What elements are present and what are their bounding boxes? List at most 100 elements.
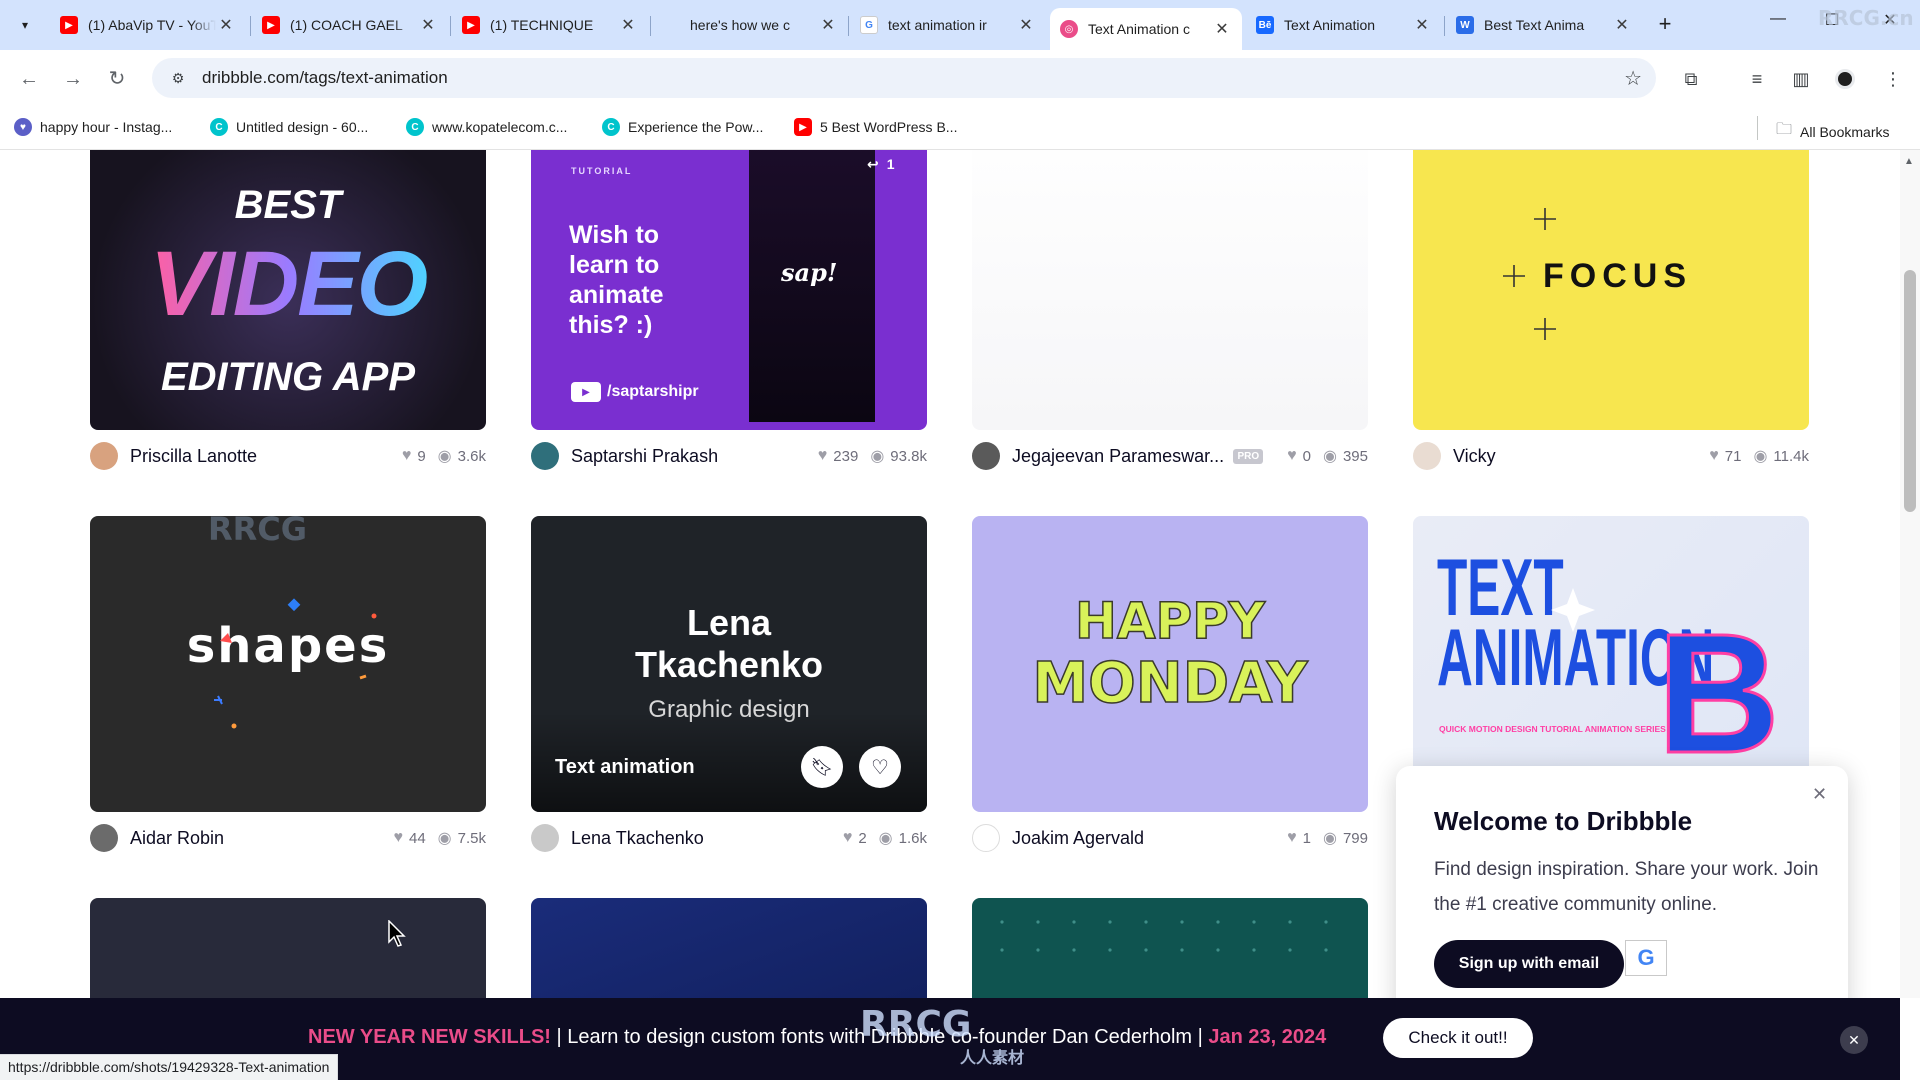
dribbble-icon: ◎	[1060, 20, 1078, 38]
forward-button[interactable]: →	[58, 64, 88, 94]
url-text[interactable]: dribbble.com/tags/text-animation	[202, 68, 448, 88]
shot-meta: Jegajeevan Parameswar... PRO ♥ 0 ◉ 395	[972, 440, 1368, 472]
close-icon[interactable]: ✕	[618, 15, 638, 35]
youtube-icon: ▶	[462, 16, 480, 34]
extensions-icon[interactable]: ⧉	[1676, 64, 1706, 94]
tab-technique[interactable]: ▶ (1) TECHNIQUE ✕	[452, 8, 648, 42]
site-info-icon[interactable]: ⚙	[166, 66, 190, 90]
bookmark-button[interactable]: 🔖︎	[801, 746, 843, 788]
scroll-up-arrow-icon[interactable]: ▲	[1904, 156, 1914, 167]
bookmark-item[interactable]: C Experience the Pow...	[602, 118, 763, 136]
bookmark-item[interactable]: ▶ 5 Best WordPress B...	[794, 118, 957, 136]
pro-badge: PRO	[1233, 448, 1264, 464]
close-icon[interactable]: ✕	[1840, 1026, 1868, 1054]
all-bookmarks-button[interactable]: 🗀 All Bookmarks	[1776, 118, 1889, 145]
author-name[interactable]: Joakim Agervald	[1012, 828, 1275, 849]
shot-card-hovered[interactable]: Lena Tkachenko Graphic design Text anima…	[531, 516, 927, 812]
shot-meta: Joakim Agervald ♥ 1 ◉ 799	[972, 822, 1368, 854]
author-name[interactable]: Saptarshi Prakash	[571, 446, 806, 467]
avatar[interactable]	[531, 442, 559, 470]
new-tab-button[interactable]: +	[1652, 12, 1678, 38]
tab-heres-how[interactable]: here's how we c ✕	[652, 8, 848, 42]
shot-card[interactable]: FOCUS	[1413, 150, 1809, 430]
shot-card[interactable]: TUTORIAL Wish to learn to animate this? …	[531, 150, 927, 430]
svg-text:MONDAY: MONDAY	[1032, 651, 1309, 716]
shot-meta: Priscilla Lanotte ♥ 9 ◉ 3.6k	[90, 440, 486, 472]
signup-email-button[interactable]: Sign up with email	[1434, 940, 1624, 988]
avatar[interactable]	[90, 824, 118, 852]
reply-arrow-icon: ↩	[867, 156, 879, 172]
close-icon[interactable]: ✕	[1412, 15, 1432, 35]
profile-avatar[interactable]	[1835, 69, 1855, 89]
avatar[interactable]	[1413, 442, 1441, 470]
media-control-icon[interactable]: ≡	[1742, 64, 1772, 94]
watermark-corner: RRCG.cn	[1818, 6, 1914, 30]
author-name[interactable]: Aidar Robin	[130, 828, 381, 849]
youtube-icon: ▶	[794, 118, 812, 136]
close-icon[interactable]: ✕	[1212, 19, 1232, 39]
author-name[interactable]: Jegajeevan Parameswar...	[1012, 446, 1233, 467]
eye-icon: ◉	[1753, 448, 1768, 465]
minimize-button[interactable]: —	[1758, 10, 1798, 28]
tab-best-text[interactable]: W Best Text Anima ✕	[1446, 8, 1642, 42]
shot-meta: Aidar Robin ♥ 44 ◉ 7.5k	[90, 822, 486, 854]
likes-stat: ♥ 239	[817, 447, 859, 465]
close-icon[interactable]: ✕	[1016, 15, 1036, 35]
menu-kebab-icon[interactable]: ⋮	[1878, 64, 1908, 94]
shot-card[interactable]: BEST VIDEO EDITING APP	[90, 150, 486, 430]
views-stat: ◉ 395	[1323, 447, 1368, 466]
shot-thumbnail: FOCUS	[1503, 208, 1692, 340]
svg-text:FOCUS: FOCUS	[1543, 257, 1692, 295]
avatar[interactable]	[90, 442, 118, 470]
heart-icon: ♥	[393, 829, 403, 846]
bookmark-item[interactable]: C Untitled design - 60...	[210, 118, 368, 136]
behance-icon: Bē	[1256, 16, 1274, 34]
address-bar[interactable]: ⚙ dribbble.com/tags/text-animation ☆	[152, 58, 1656, 98]
heart-icon: ♥	[401, 447, 412, 464]
close-icon[interactable]: ✕	[1612, 15, 1632, 35]
mouse-cursor-icon	[388, 920, 406, 947]
like-button[interactable]: ♡	[859, 746, 901, 788]
avatar[interactable]	[972, 824, 1000, 852]
likes-stat: ♥ 0	[1287, 447, 1311, 465]
close-icon[interactable]: ✕	[216, 15, 236, 35]
shot-card[interactable]	[972, 150, 1368, 430]
back-button[interactable]: ←	[14, 64, 44, 94]
reload-button[interactable]: ↻	[102, 64, 132, 94]
shot-thumbnail: BEST VIDEO EDITING APP	[150, 183, 430, 399]
bookmark-star-icon[interactable]: ☆	[1624, 66, 1642, 91]
eye-icon: ◉	[1323, 448, 1337, 465]
side-panel-icon[interactable]: ▥	[1786, 64, 1816, 94]
tab-google-search[interactable]: G text animation ir ✕	[850, 8, 1046, 42]
google-icon: G	[860, 16, 878, 34]
shot-title[interactable]: Text animation	[555, 756, 695, 779]
shot-thumbnail: shapes	[187, 598, 387, 729]
author-name[interactable]: Priscilla Lanotte	[130, 446, 390, 467]
scrollbar-thumb[interactable]	[1904, 270, 1916, 512]
shot-card[interactable]: shapes	[90, 516, 486, 812]
author-name[interactable]: Vicky	[1453, 446, 1697, 467]
author-name[interactable]: Lena Tkachenko	[571, 828, 831, 849]
avatar[interactable]	[531, 824, 559, 852]
google-signin-button[interactable]: G	[1625, 940, 1667, 976]
shot-card[interactable]: HAPPY MONDAY	[972, 516, 1368, 812]
tab-dribbble-active[interactable]: ◎ Text Animation c ✕	[1050, 8, 1242, 50]
close-icon[interactable]: ✕	[1812, 784, 1827, 805]
bookmark-item[interactable]: ♥ happy hour - Instag...	[14, 118, 172, 136]
tab-search-button[interactable]: ▾	[12, 12, 38, 38]
heart-shield-icon: ♥	[14, 118, 32, 136]
close-icon[interactable]: ✕	[818, 15, 838, 35]
eye-icon: ◉	[870, 448, 885, 465]
likes-stat: ♥ 1	[1287, 829, 1311, 847]
tab-abavip[interactable]: ▶ (1) AbaVip TV - YouTube ✕	[50, 8, 246, 42]
close-icon[interactable]: ✕	[418, 15, 438, 35]
tab-behance[interactable]: Bē Text Animation ✕	[1246, 8, 1442, 42]
likes-stat: ♥ 71	[1709, 447, 1742, 465]
svg-text:VIDEO: VIDEO	[150, 233, 428, 335]
views-stat: ◉ 3.6k	[437, 447, 486, 466]
tab-coach-gael[interactable]: ▶ (1) COACH GAEL ✕	[252, 8, 448, 42]
avatar[interactable]	[972, 442, 1000, 470]
bookmark-item[interactable]: C www.kopatelecom.c...	[406, 118, 567, 136]
check-it-out-button[interactable]: Check it out!!	[1383, 1018, 1533, 1058]
views-stat: ◉ 11.4k	[1753, 447, 1809, 466]
